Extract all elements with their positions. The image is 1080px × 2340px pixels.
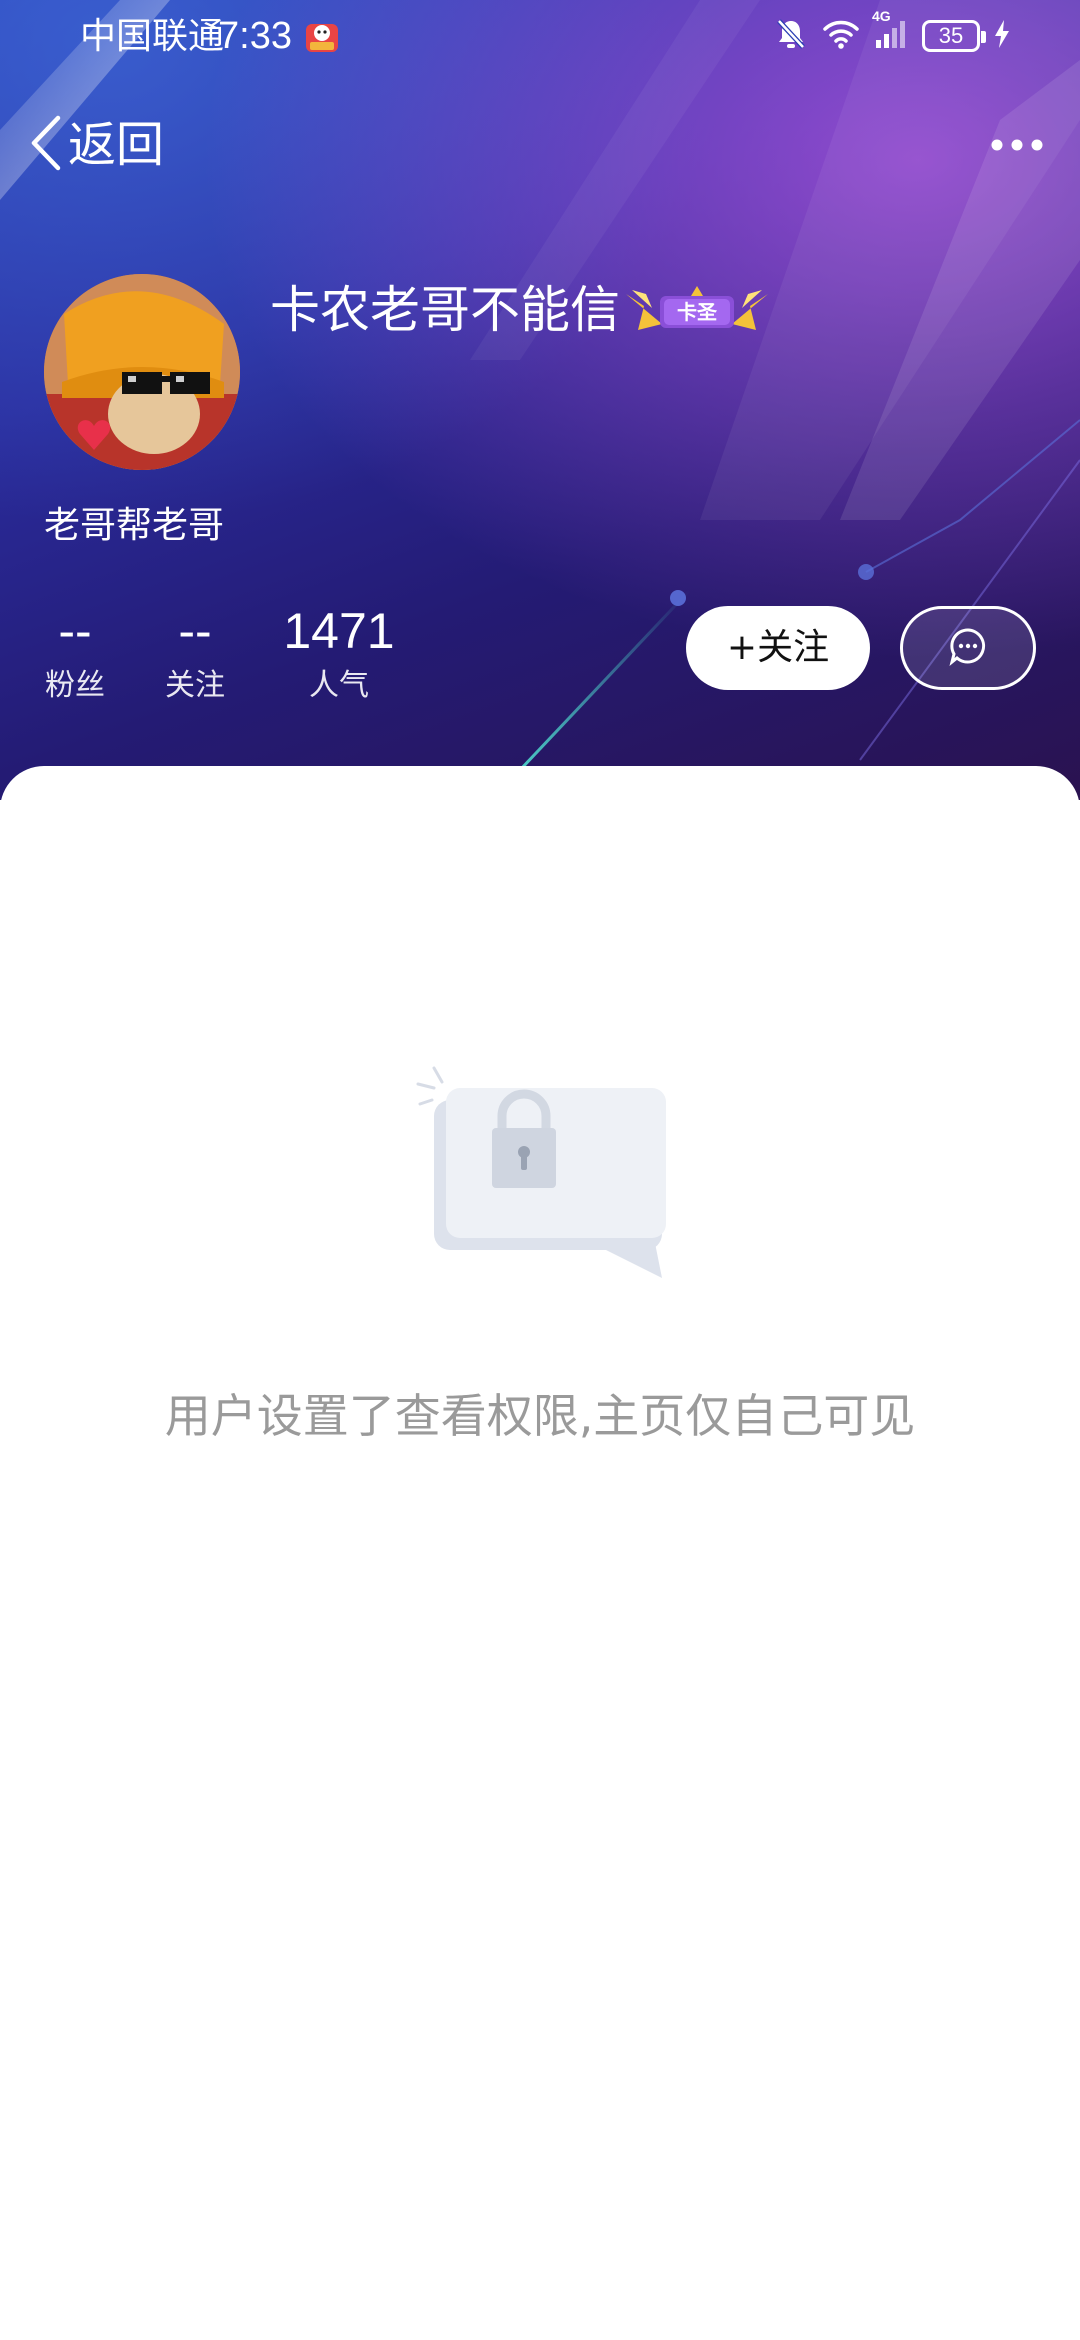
status-time: 7:33 xyxy=(218,15,292,57)
stat-fans[interactable]: -- 粉丝 xyxy=(32,598,118,708)
avatar[interactable] xyxy=(44,274,240,470)
bell-off-icon xyxy=(774,17,808,55)
back-button[interactable]: 返回 xyxy=(28,112,164,178)
level-badge-label: 卡圣 xyxy=(677,300,717,324)
battery-indicator: 35 xyxy=(922,20,986,52)
stat-value: -- xyxy=(178,603,212,659)
carrier-name: 中国联通 xyxy=(80,15,225,56)
stat-value: -- xyxy=(58,603,92,659)
stat-label: 关注 xyxy=(165,668,225,703)
stat-following[interactable]: -- 关注 xyxy=(152,598,238,708)
stat-label: 人气 xyxy=(309,668,369,703)
lock-icon xyxy=(412,1058,672,1278)
privacy-message: 用户设置了查看权限,主页仅自己可见 xyxy=(164,1389,916,1443)
notification-app-icon xyxy=(304,18,340,54)
stat-label: 粉丝 xyxy=(45,668,105,703)
lightning-icon xyxy=(994,19,1010,53)
user-profile-page: 中国联通 7:33 4G 35 返回 卡农老哥不能信 卡圣 老哥帮老哥 -- 粉… xyxy=(0,0,1080,2340)
content-card xyxy=(0,766,1080,2340)
stat-value: 1471 xyxy=(283,603,395,659)
chevron-left-icon xyxy=(28,114,64,176)
message-button[interactable] xyxy=(900,606,1036,690)
level-badge: 卡圣 xyxy=(622,284,772,338)
status-bar: 中国联通 7:33 4G 35 xyxy=(0,0,1080,72)
stat-popularity: 1471 人气 xyxy=(274,598,404,708)
follow-button[interactable]: +关注 xyxy=(686,606,870,690)
bio: 老哥帮老哥 xyxy=(44,505,225,546)
battery-level: 35 xyxy=(938,23,964,48)
username: 卡农老哥不能信 xyxy=(270,281,620,339)
back-label: 返回 xyxy=(68,117,165,173)
more-button[interactable] xyxy=(982,118,1052,174)
more-dots-icon xyxy=(990,137,1044,156)
chat-bubble-icon xyxy=(948,626,988,670)
status-indicators: 4G 35 xyxy=(774,8,1010,58)
signal-icon: 4G xyxy=(872,8,908,54)
network-type: 4G xyxy=(872,8,891,24)
wifi-icon xyxy=(822,18,860,54)
